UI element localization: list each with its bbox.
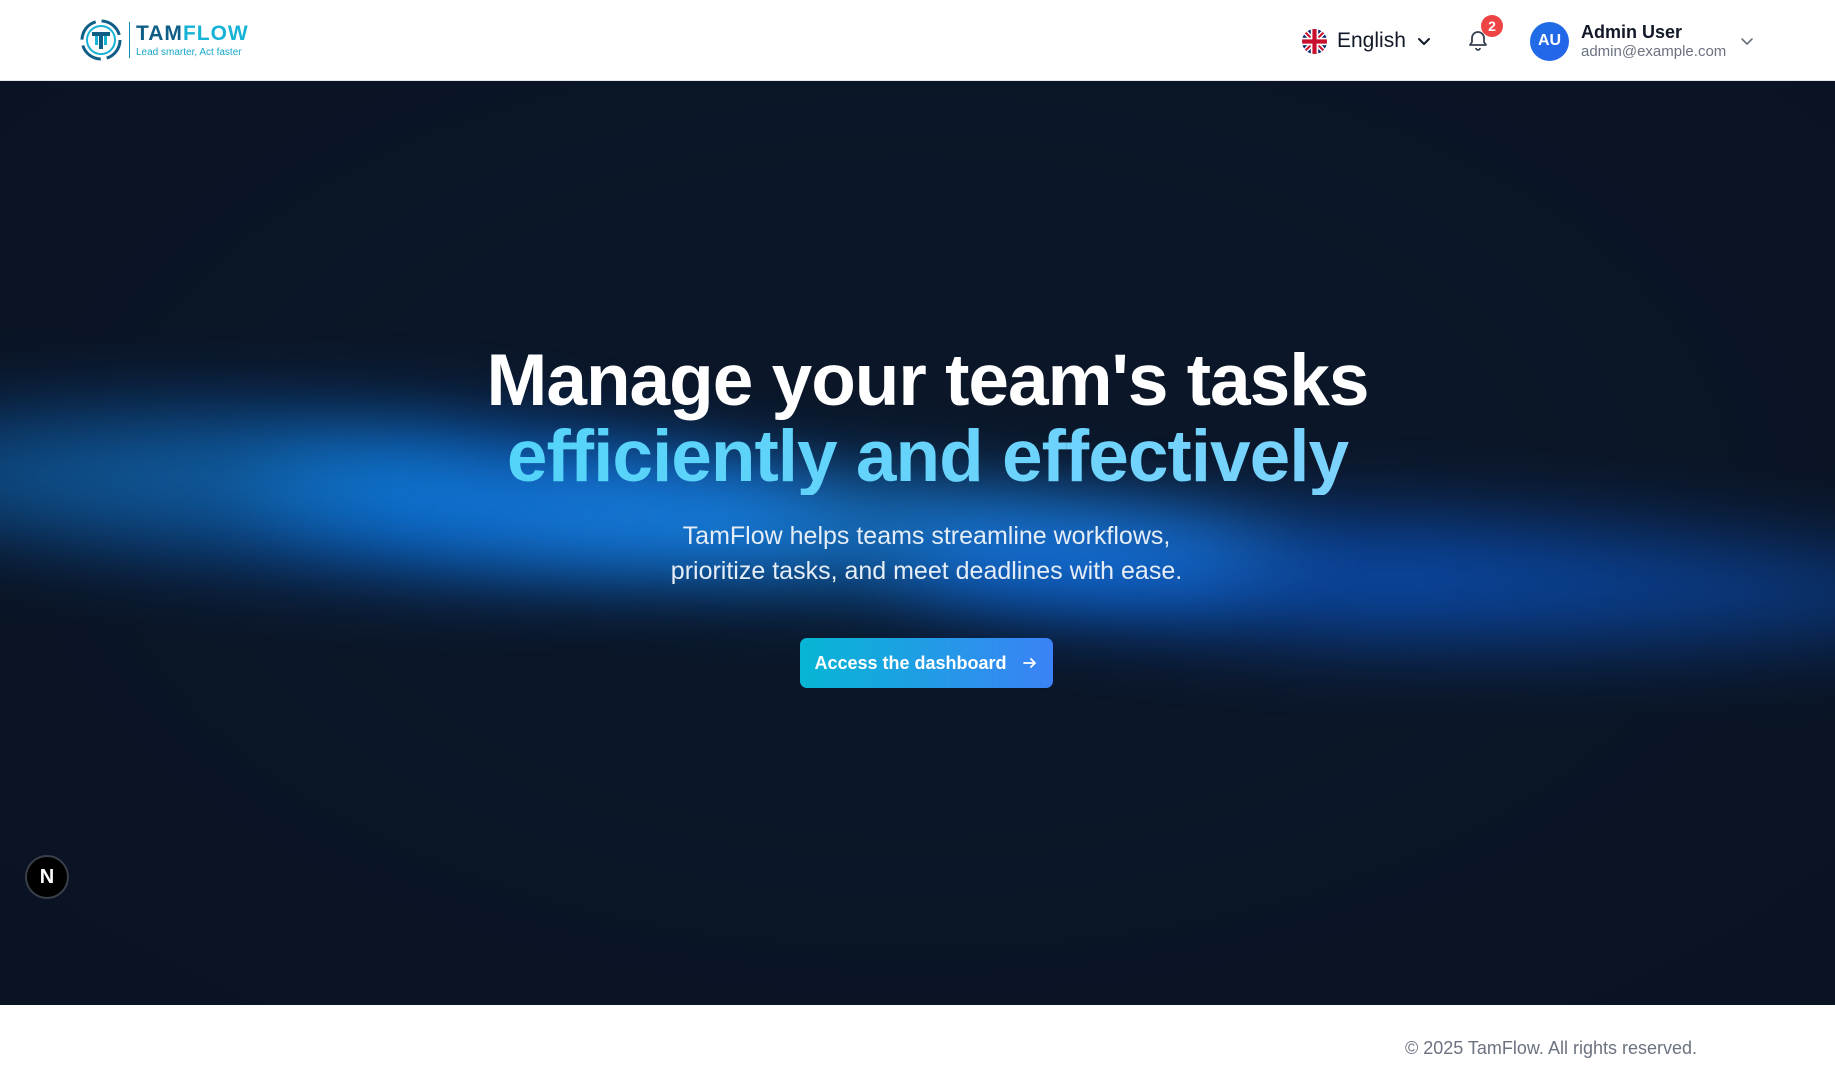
hero-title: Manage your team's tasks efficiently and… [0, 343, 1835, 495]
footer: © 2025 TamFlow. All rights reserved. [0, 1005, 1835, 1090]
hero-title-line1: Manage your team's tasks [486, 340, 1370, 421]
user-name: Admin User [1581, 22, 1683, 43]
language-selector[interactable]: English [1302, 25, 1432, 57]
logo-divider [129, 22, 130, 58]
avatar: AU [1530, 21, 1569, 61]
uk-flag-icon [1302, 28, 1327, 54]
user-info: Admin User admin@example.com [1581, 22, 1726, 60]
nextjs-dev-badge[interactable]: N [25, 855, 69, 899]
hero-title-line2: efficiently and effectively [0, 419, 1835, 495]
logo-tagline: Lead smarter, Act faster [136, 46, 242, 58]
logo-name-part1: TAM [136, 21, 183, 45]
hero-section: Manage your team's tasks efficiently and… [0, 81, 1835, 1005]
logo-text: TAMFLOW Lead smarter, Act faster [136, 23, 249, 58]
tamflow-logo-icon [80, 19, 122, 61]
user-menu[interactable]: AU Admin User admin@example.com [1530, 20, 1726, 62]
access-dashboard-label: Access the dashboard [814, 652, 1007, 673]
user-menu-chevron-down-icon[interactable] [1739, 33, 1755, 49]
access-dashboard-button[interactable]: Access the dashboard [800, 638, 1053, 688]
top-navbar: TAMFLOW Lead smarter, Act faster English… [0, 0, 1835, 81]
arrow-right-icon [1022, 658, 1036, 668]
notification-count-badge: 2 [1481, 15, 1503, 37]
hero-subtitle-line2: prioritize tasks, and meet deadlines wit… [670, 557, 1183, 585]
logo-name: TAMFLOW [136, 23, 249, 44]
user-email: admin@example.com [1581, 42, 1727, 60]
tamflow-logo[interactable]: TAMFLOW Lead smarter, Act faster [79, 17, 249, 63]
language-label: English [1337, 29, 1406, 52]
chevron-down-icon [1417, 38, 1430, 45]
copyright-text: © 2025 TamFlow. All rights reserved. [1404, 1038, 1697, 1058]
logo-name-part2: FLOW [182, 21, 249, 45]
hero-subtitle: TamFlow helps teams streamline workflows… [0, 519, 1835, 589]
hero-subtitle-line1: TamFlow helps teams streamline workflows… [682, 522, 1171, 550]
